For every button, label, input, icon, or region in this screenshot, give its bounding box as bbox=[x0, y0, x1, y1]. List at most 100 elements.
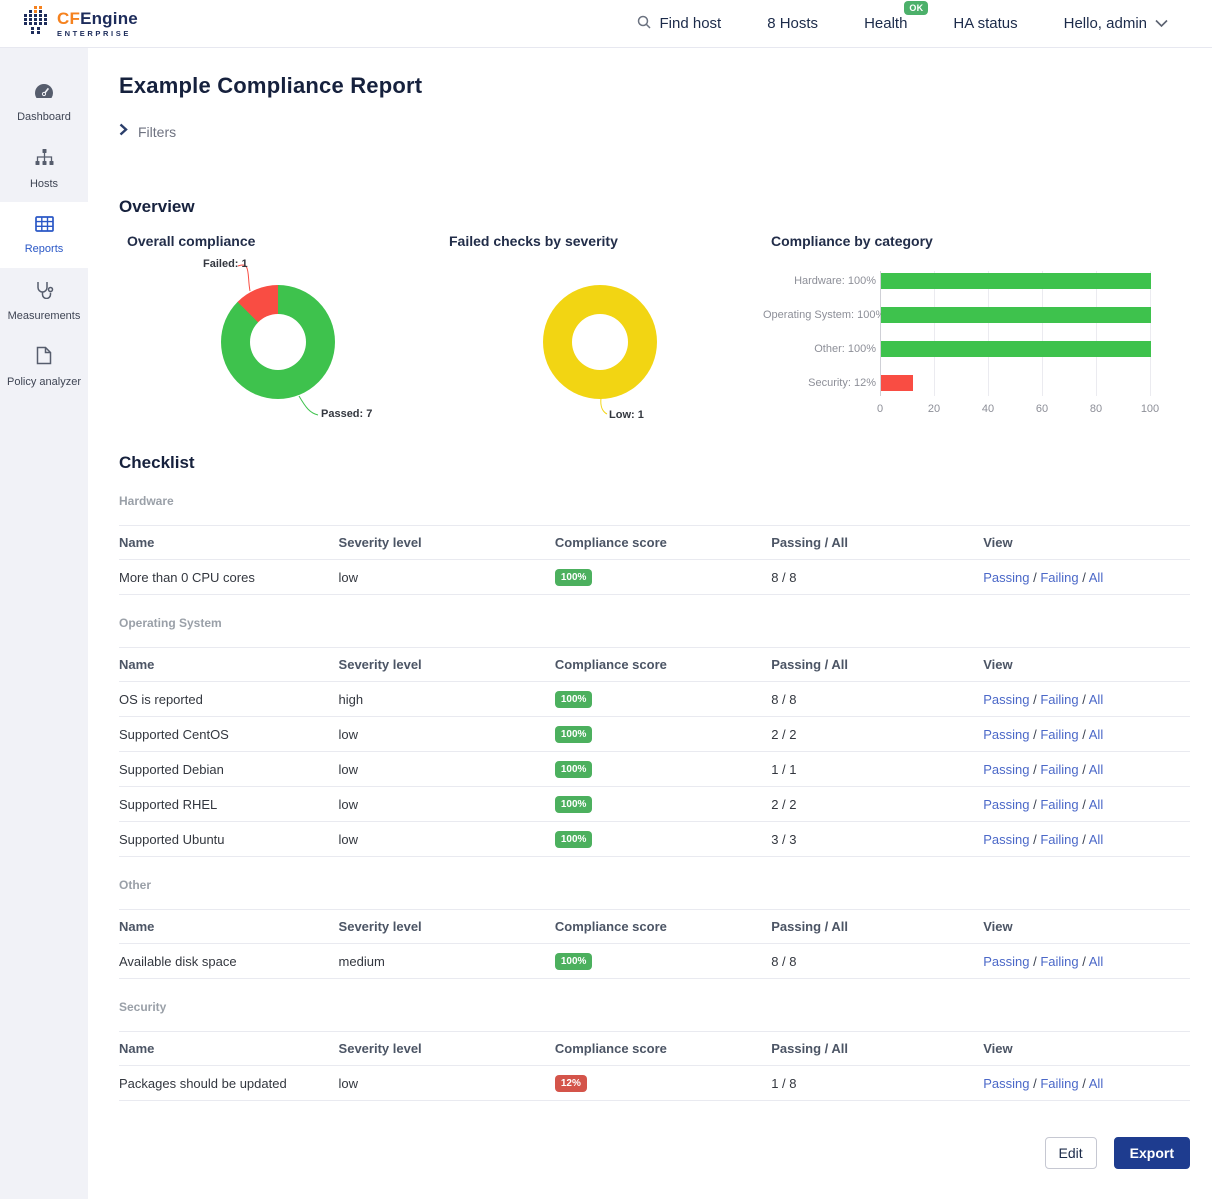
header-nav: Find host 8 Hosts Health OK HA status He… bbox=[636, 14, 1169, 34]
checklist-table: NameSeverity levelCompliance scorePassin… bbox=[119, 1031, 1190, 1101]
view-link-failing[interactable]: Failing bbox=[1040, 692, 1078, 707]
column-header: Name bbox=[119, 648, 339, 682]
view-link-passing[interactable]: Passing bbox=[983, 692, 1029, 707]
cell-passing: 2 / 2 bbox=[771, 787, 983, 822]
chevron-down-icon bbox=[1155, 15, 1168, 32]
view-link-passing[interactable]: Passing bbox=[983, 797, 1029, 812]
view-link-failing[interactable]: Failing bbox=[1040, 570, 1078, 585]
view-link-all[interactable]: All bbox=[1089, 762, 1103, 777]
bar-axis-tick: 100 bbox=[1137, 403, 1163, 415]
bar-security[interactable] bbox=[881, 375, 913, 391]
group-label: Operating System bbox=[119, 616, 1190, 630]
table-header-row: NameSeverity levelCompliance scorePassin… bbox=[119, 526, 1190, 560]
link-separator: / bbox=[1030, 832, 1041, 847]
hosts-count-link[interactable]: 8 Hosts bbox=[767, 15, 818, 32]
column-header: Passing / All bbox=[771, 526, 983, 560]
checklist-table: NameSeverity levelCompliance scorePassin… bbox=[119, 909, 1190, 979]
column-header: Passing / All bbox=[771, 1032, 983, 1066]
cell-name: Packages should be updated bbox=[119, 1066, 339, 1101]
sidebar-item-policy-analyzer[interactable]: Policy analyzer bbox=[0, 334, 88, 400]
page-title: Example Compliance Report bbox=[119, 73, 1190, 99]
view-link-failing[interactable]: Failing bbox=[1040, 797, 1078, 812]
bar-axis-tick: 60 bbox=[1029, 403, 1055, 415]
cell-score: 100% bbox=[555, 682, 771, 717]
checklist-group-security: Security NameSeverity levelCompliance sco… bbox=[119, 1000, 1190, 1101]
view-link-passing[interactable]: Passing bbox=[983, 954, 1029, 969]
link-separator: / bbox=[1030, 692, 1041, 707]
column-header: Severity level bbox=[339, 910, 555, 944]
checklist-heading: Checklist bbox=[119, 453, 1190, 473]
cell-name: Available disk space bbox=[119, 944, 339, 979]
view-link-passing[interactable]: Passing bbox=[983, 762, 1029, 777]
view-link-all[interactable]: All bbox=[1089, 692, 1103, 707]
column-header: Severity level bbox=[339, 1032, 555, 1066]
bar-gridline bbox=[934, 271, 935, 396]
bar-axis-tick: 80 bbox=[1083, 403, 1109, 415]
find-host-button[interactable]: Find host bbox=[636, 14, 722, 34]
overview-charts: Overall compliance Failed: 1 Passed: 7 F… bbox=[119, 233, 1190, 439]
sidebar-item-measurements[interactable]: Measurements bbox=[0, 268, 88, 334]
sidebar-item-dashboard[interactable]: Dashboard bbox=[0, 70, 88, 136]
view-link-failing[interactable]: Failing bbox=[1040, 762, 1078, 777]
view-link-failing[interactable]: Failing bbox=[1040, 832, 1078, 847]
cell-name: OS is reported bbox=[119, 682, 339, 717]
sidebar-item-hosts[interactable]: Hosts bbox=[0, 136, 88, 202]
overall-compliance-chart: Overall compliance Failed: 1 Passed: 7 bbox=[119, 233, 441, 439]
filters-toggle[interactable]: Filters bbox=[119, 123, 209, 141]
export-button[interactable]: Export bbox=[1114, 1137, 1190, 1169]
overall-compliance-donut[interactable] bbox=[221, 285, 335, 399]
cell-view: Passing / Failing / All bbox=[983, 717, 1190, 752]
compliance-score-badge: 100% bbox=[555, 831, 593, 848]
link-separator: / bbox=[1079, 832, 1089, 847]
group-label: Hardware bbox=[119, 494, 1190, 508]
logo-subtitle: ENTERPRISE bbox=[57, 30, 138, 38]
bar-category-label: Other: 100% bbox=[763, 343, 876, 355]
table-row: Supported Debianlow100%1 / 1Passing / Fa… bbox=[119, 752, 1190, 787]
cell-name: Supported Debian bbox=[119, 752, 339, 787]
pie-label-passed: Passed: 7 bbox=[321, 408, 372, 420]
bar-axis-tick: 0 bbox=[867, 403, 893, 415]
view-link-passing[interactable]: Passing bbox=[983, 1076, 1029, 1091]
cell-name: Supported Ubuntu bbox=[119, 822, 339, 857]
cfengine-logo[interactable]: CFEngine ENTERPRISE bbox=[24, 6, 138, 41]
view-link-all[interactable]: All bbox=[1089, 832, 1103, 847]
compliance-score-badge: 100% bbox=[555, 953, 593, 970]
cell-passing: 3 / 3 bbox=[771, 822, 983, 857]
bar-hardware[interactable] bbox=[881, 273, 1151, 289]
view-link-all[interactable]: All bbox=[1089, 570, 1103, 585]
cell-passing: 8 / 8 bbox=[771, 944, 983, 979]
compliance-by-category-chart: Compliance by category 020406080100Hardw… bbox=[763, 233, 1190, 439]
find-host-label: Find host bbox=[660, 15, 722, 32]
sidebar-item-reports[interactable]: Reports bbox=[0, 202, 88, 268]
view-link-failing[interactable]: Failing bbox=[1040, 1076, 1078, 1091]
group-label: Security bbox=[119, 1000, 1190, 1014]
view-link-all[interactable]: All bbox=[1089, 1076, 1103, 1091]
link-separator: / bbox=[1079, 1076, 1089, 1091]
user-greeting: Hello, admin bbox=[1064, 15, 1147, 32]
filters-label: Filters bbox=[138, 124, 176, 140]
view-link-all[interactable]: All bbox=[1089, 954, 1103, 969]
view-link-failing[interactable]: Failing bbox=[1040, 727, 1078, 742]
bar-other[interactable] bbox=[881, 341, 1151, 357]
measurements-icon bbox=[35, 281, 54, 304]
column-header: View bbox=[983, 1032, 1190, 1066]
cell-score: 12% bbox=[555, 1066, 771, 1101]
view-link-failing[interactable]: Failing bbox=[1040, 954, 1078, 969]
sidebar-item-label: Policy analyzer bbox=[7, 376, 81, 388]
edit-button[interactable]: Edit bbox=[1045, 1137, 1097, 1169]
compliance-score-badge: 100% bbox=[555, 691, 593, 708]
view-link-passing[interactable]: Passing bbox=[983, 570, 1029, 585]
ha-status-link[interactable]: HA status bbox=[953, 15, 1017, 32]
column-header: Compliance score bbox=[555, 910, 771, 944]
view-link-all[interactable]: All bbox=[1089, 797, 1103, 812]
view-link-passing[interactable]: Passing bbox=[983, 832, 1029, 847]
health-link[interactable]: Health OK bbox=[864, 15, 907, 32]
failed-by-severity-donut[interactable] bbox=[543, 285, 657, 399]
view-link-all[interactable]: All bbox=[1089, 727, 1103, 742]
checklist-table: NameSeverity levelCompliance scorePassin… bbox=[119, 647, 1190, 857]
column-header: Passing / All bbox=[771, 648, 983, 682]
cell-name: Supported CentOS bbox=[119, 717, 339, 752]
view-link-passing[interactable]: Passing bbox=[983, 727, 1029, 742]
bar-operating-system[interactable] bbox=[881, 307, 1151, 323]
user-menu[interactable]: Hello, admin bbox=[1064, 15, 1168, 32]
